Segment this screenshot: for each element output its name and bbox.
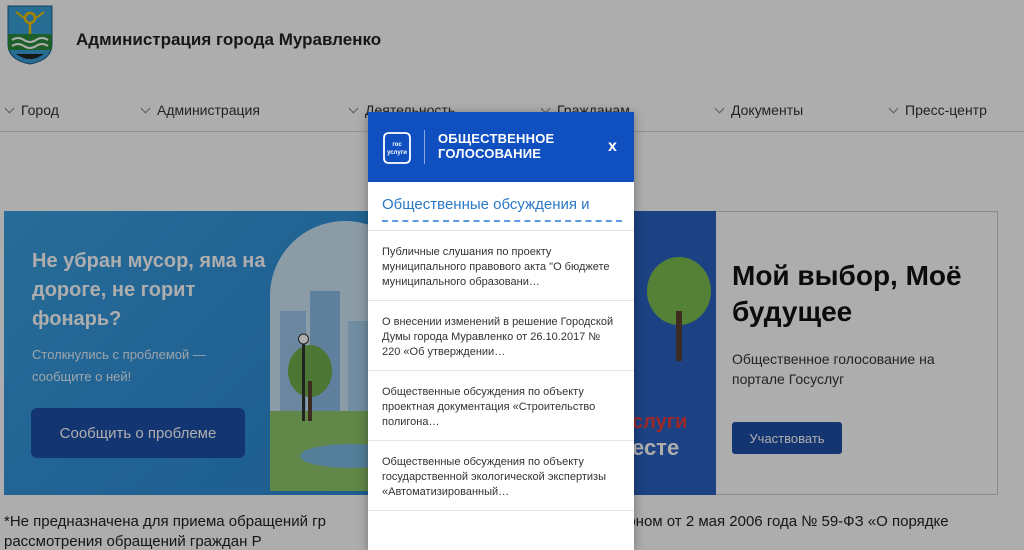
list-item-text: Общественные обсуждения по объекту госуд… <box>382 456 606 498</box>
logo-text-bottom: услуги <box>387 150 407 156</box>
list-item[interactable]: Общественные обсуждения по объекту госуд… <box>368 441 634 511</box>
widget-header: гос услуги ОБЩЕСТВЕННОЕ ГОЛОСОВАНИЕ x <box>368 112 634 182</box>
page: Администрация города Муравленко Город Ад… <box>0 0 1024 550</box>
list-item[interactable]: Общественные обсуждения по объекту проек… <box>368 371 634 441</box>
public-voting-widget: гос услуги ОБЩЕСТВЕННОЕ ГОЛОСОВАНИЕ x Об… <box>368 112 634 550</box>
list-item[interactable]: Публичные слушания по проекту муниципаль… <box>368 231 634 301</box>
list-item-text: Публичные слушания по проекту муниципаль… <box>382 246 610 288</box>
widget-title-line-1: ОБЩЕСТВЕННОЕ <box>438 131 555 146</box>
widget-title-line-2: ГОЛОСОВАНИЕ <box>438 146 542 161</box>
list-item-text: Общественные обсуждения по объекту проек… <box>382 386 596 428</box>
discussion-list: Публичные слушания по проекту муниципаль… <box>368 231 634 511</box>
list-item-text: О внесении изменений в решение Городской… <box>382 316 614 358</box>
list-item[interactable]: О внесении изменений в решение Городской… <box>368 301 634 371</box>
tab-public-discussions[interactable]: Общественные обсуждения и <box>382 196 622 222</box>
header-divider <box>424 130 425 164</box>
close-button[interactable]: x <box>608 138 617 156</box>
widget-title: ОБЩЕСТВЕННОЕ ГОЛОСОВАНИЕ <box>438 131 588 161</box>
gosuslugi-logo-icon: гос услуги <box>383 132 411 164</box>
logo-text-top: гос <box>392 142 402 148</box>
